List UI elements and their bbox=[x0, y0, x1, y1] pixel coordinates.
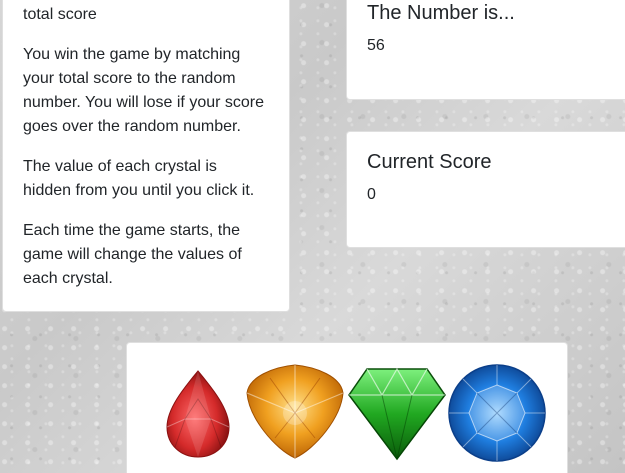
blue-crystal-icon[interactable] bbox=[447, 363, 547, 463]
instructions-card: total score You win the game by matching… bbox=[2, 0, 290, 312]
instructions-hidden-value: The value of each crystal is hidden from… bbox=[23, 158, 255, 199]
instructions-reset-rule: Each time the game starts, the game will… bbox=[23, 222, 242, 287]
red-crystal-icon[interactable] bbox=[163, 369, 233, 459]
orange-crystal-icon[interactable] bbox=[245, 363, 345, 459]
target-number-title: The Number is... bbox=[367, 2, 515, 24]
target-number-value: 56 bbox=[367, 37, 385, 54]
current-score-title: Current Score bbox=[367, 151, 492, 173]
current-score-value: 0 bbox=[367, 186, 376, 203]
crystal-panel bbox=[126, 342, 568, 473]
instructions-win-rule: You win the game by matching your total … bbox=[23, 46, 265, 135]
current-score-card: Current Score 0 bbox=[346, 131, 625, 248]
target-number-card: The Number is... 56 bbox=[346, 0, 625, 100]
instructions-fragment: total score bbox=[23, 6, 97, 23]
green-crystal-icon[interactable] bbox=[347, 365, 447, 461]
